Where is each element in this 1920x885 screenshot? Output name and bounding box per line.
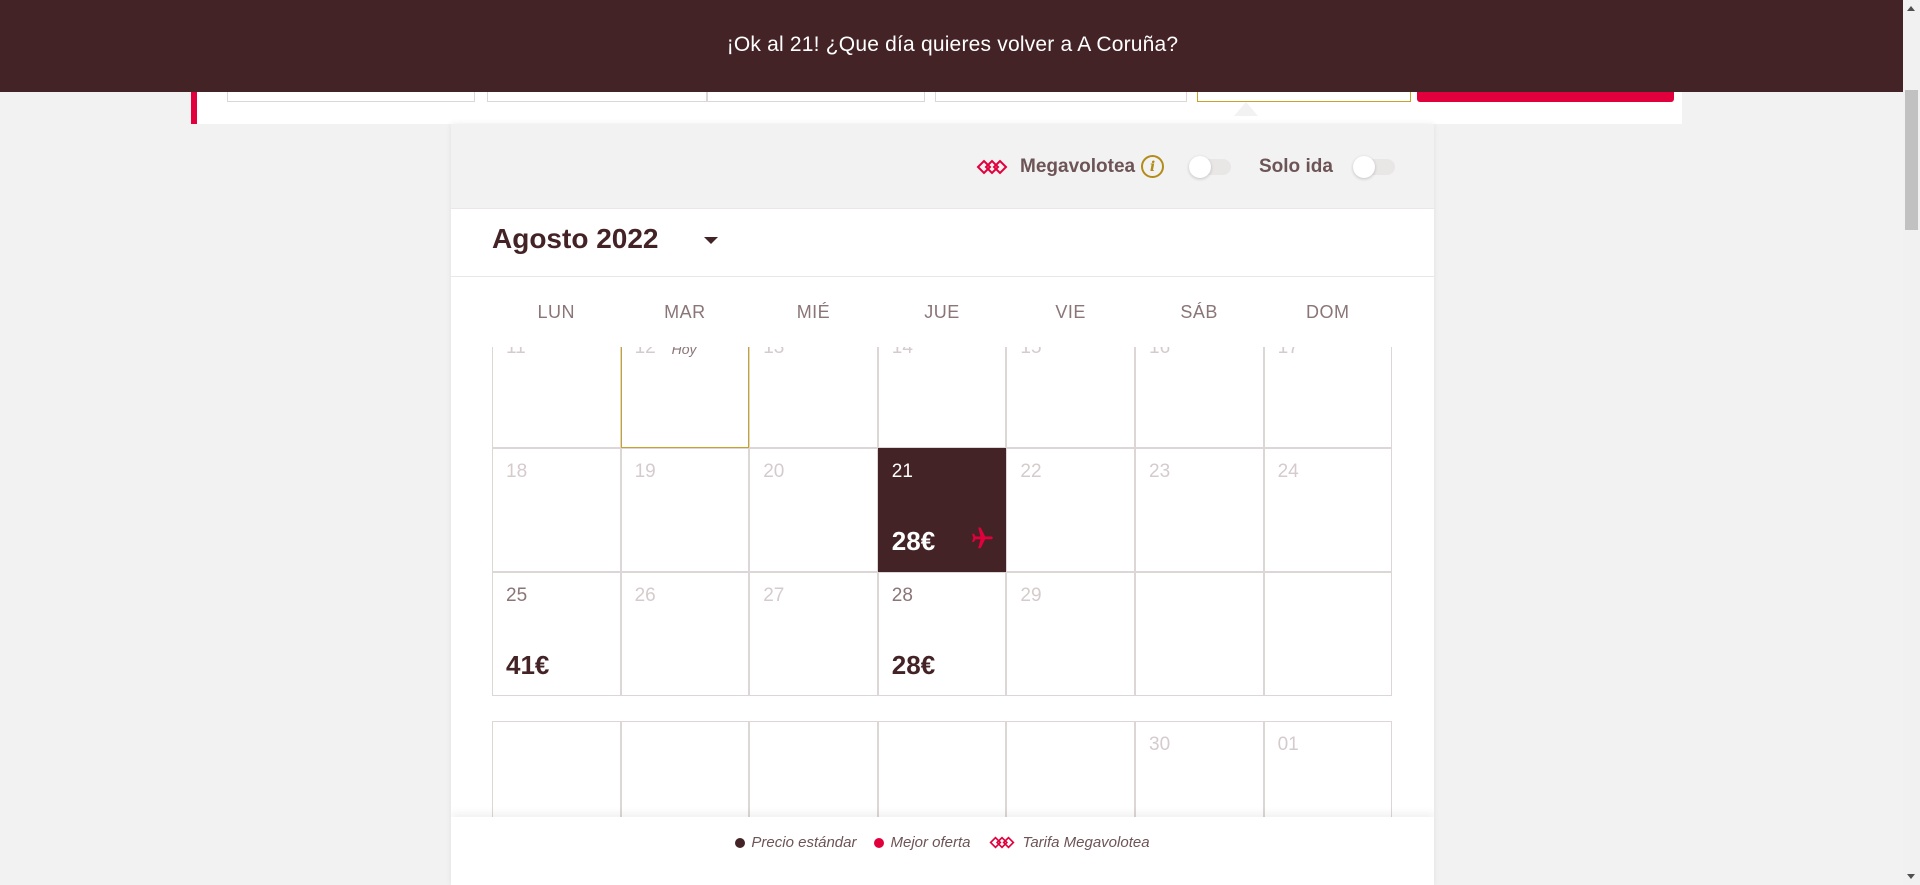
calendar-day-cell: 29 [1006, 572, 1135, 696]
weekday-label: LUN [537, 302, 576, 322]
calendar-day-cell[interactable]: 21 28€ [877, 448, 1007, 572]
megavolotea-logo-icon [989, 836, 1015, 849]
info-icon[interactable]: i [1141, 124, 1164, 209]
calendar-day-cell: 11 [492, 347, 621, 448]
weekday-label: JUE [924, 302, 960, 322]
legend-best: Mejor oferta [874, 834, 971, 851]
day-number: 23 [1149, 461, 1171, 482]
calendar-grid: 11 12 Hoy 13 14 15 16 17 18 19 20 21 28€ 22 23 24 25 41€ 2… [451, 347, 1434, 817]
calendar-day-cell: 22 [1006, 448, 1135, 572]
day-price: 28€ [891, 650, 936, 680]
solo-ida-label: Solo ida [1259, 155, 1333, 177]
day-price: 28€ [891, 526, 936, 556]
day-number: 21 [891, 461, 913, 482]
day-number: 17 [1277, 347, 1299, 358]
calendar-empty-cell [620, 721, 750, 817]
day-number: 16 [1149, 347, 1171, 358]
calendar-week-row: 30 01 [492, 721, 1393, 817]
calendar-day-cell: 16 [1135, 347, 1264, 448]
calendar-empty-cell [1006, 721, 1135, 817]
calendar-empty-cell [1135, 572, 1264, 696]
megavolotea-toggle[interactable] [1189, 155, 1231, 178]
day-number: 14 [891, 347, 913, 358]
calendar-day-cell: 27 [749, 572, 878, 696]
calendar-week-row: 25 41€ 26 27 28 28€ 29 [492, 572, 1393, 696]
calendar-day-cell: 23 [1135, 448, 1264, 572]
scrollbar-thumb[interactable] [1905, 90, 1918, 230]
megavolotea-label: Megavolotea [1020, 155, 1136, 177]
legend-standard: Precio estándar [735, 834, 856, 851]
calendar-day-cell: 17 [1263, 347, 1393, 448]
weekday-label: DOM [1306, 302, 1350, 322]
scroll-down-icon[interactable] [1907, 874, 1915, 879]
calendar-empty-cell [749, 721, 878, 817]
calendar-day-cell: 20 [749, 448, 878, 572]
calendar-day-cell: 12 Hoy [620, 347, 750, 448]
day-number: 25 [506, 585, 528, 606]
legend: Precio estándar Mejor oferta Tarifa Mega… [451, 817, 1434, 885]
scroll-up-icon[interactable] [1907, 6, 1915, 11]
legend-mega-label: Tarifa Megavolotea [1022, 834, 1150, 851]
banner-message: ¡Ok al 21! ¿Que día quieres volver a A C… [726, 33, 1179, 56]
calendar-options: Megavolotea i Solo ida [451, 124, 1434, 209]
calendar-day-cell: 15 [1006, 347, 1135, 448]
day-number: 12 [634, 347, 656, 358]
page-scrollbar[interactable] [1903, 0, 1920, 885]
day-number: 01 [1277, 734, 1299, 755]
calendar-day-cell: 24 [1263, 448, 1393, 572]
chevron-down-icon[interactable] [704, 237, 718, 244]
calendar-day-cell: 19 [620, 448, 750, 572]
day-number: 15 [1020, 347, 1042, 358]
weekday-header: LUN MAR MIÉ JUE VIE SÁB DOM [492, 277, 1392, 347]
day-number: 11 [506, 347, 526, 358]
day-number: 29 [1020, 585, 1042, 606]
calendar-panel: Megavolotea i Solo ida Agosto 2022 LUN MA… [451, 124, 1434, 885]
weekday-label: MIÉ [796, 302, 831, 322]
weekday-label: SÁB [1180, 302, 1218, 322]
calendar-week-row: 11 12 Hoy 13 14 15 16 17 [492, 347, 1393, 448]
day-number: 18 [506, 461, 528, 482]
day-number: 19 [634, 461, 656, 482]
calendar-empty-cell [877, 721, 1007, 817]
legend-mega: Tarifa Megavolotea [989, 834, 1150, 851]
best-offer-dot-icon [874, 837, 885, 848]
day-number: 26 [634, 585, 656, 606]
calendar-day-cell: 30 [1135, 721, 1264, 817]
day-number: 13 [763, 347, 785, 358]
calendar-empty-cell [1263, 572, 1393, 696]
calendar-day-cell: 14 [877, 347, 1007, 448]
legend-best-label: Mejor oferta [890, 834, 971, 851]
today-label: Hoy [671, 347, 697, 357]
day-number: 22 [1020, 461, 1042, 482]
standard-price-dot-icon [735, 837, 746, 848]
legend-standard-label: Precio estándar [751, 834, 857, 851]
calendar-empty-cell [492, 721, 621, 817]
calendar-day-cell[interactable]: 25 41€ [492, 572, 621, 696]
day-number: 28 [891, 585, 913, 606]
month-selector[interactable]: Agosto 2022 [451, 209, 1434, 277]
day-number: 27 [763, 585, 785, 606]
calendar-day-cell: 18 [492, 448, 621, 572]
notification-banner: ¡Ok al 21! ¿Que día quieres volver a A C… [0, 0, 1905, 92]
megavolotea-logo-icon [976, 124, 1012, 209]
weekday-label: VIE [1055, 302, 1086, 322]
day-number: 24 [1277, 461, 1299, 482]
day-number: 30 [1149, 734, 1171, 755]
day-number: 20 [763, 461, 785, 482]
calendar-day-cell: 01 [1263, 721, 1393, 817]
solo-ida-toggle[interactable] [1353, 155, 1395, 178]
calendar-day-cell: 26 [620, 572, 750, 696]
calendar-day-cell: 13 [749, 347, 878, 448]
weekday-label: MAR [664, 302, 706, 322]
month-label: Agosto 2022 [492, 223, 659, 254]
calendar-week-row: 18 19 20 21 28€ 22 23 24 [492, 448, 1393, 572]
calendar-day-cell[interactable]: 28 28€ [877, 572, 1007, 696]
day-price: 41€ [506, 650, 550, 680]
plane-icon [969, 524, 997, 555]
